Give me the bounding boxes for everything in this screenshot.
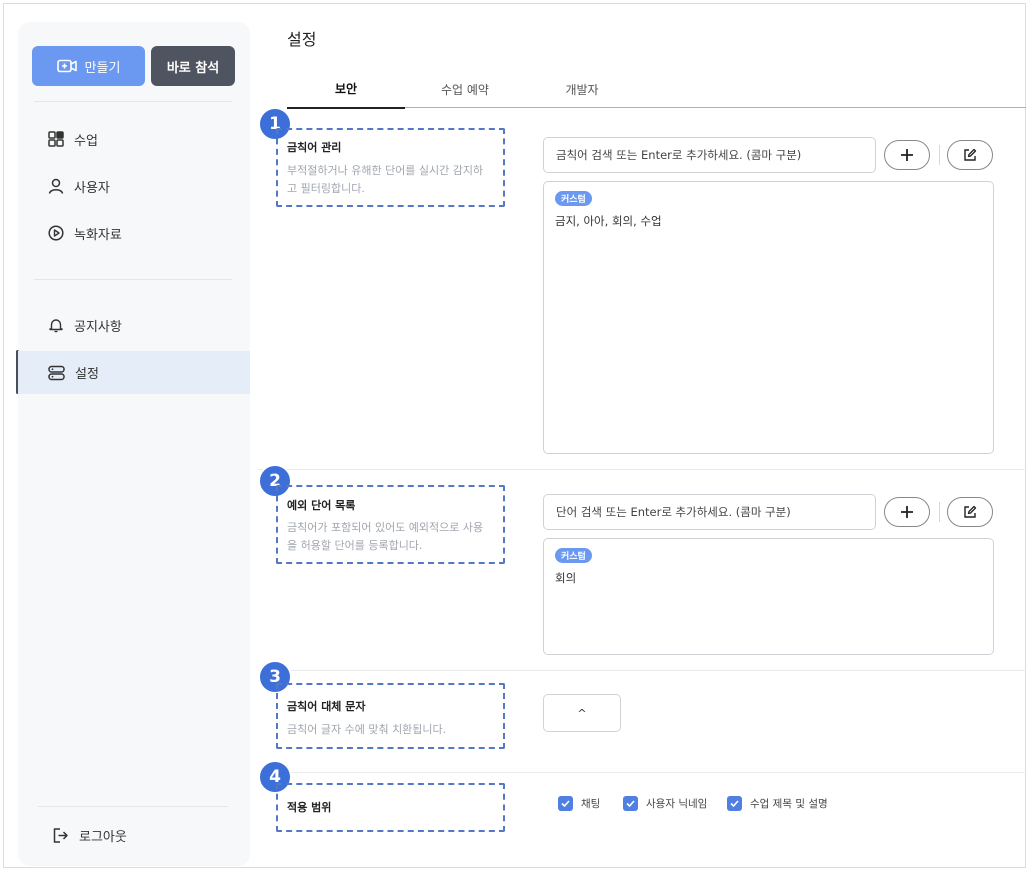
sidebar-item-label: 녹화자료 bbox=[74, 227, 122, 243]
sidebar-item-notices[interactable]: 공지사항 bbox=[18, 304, 250, 346]
sidebar: 만들기 바로 참석 수업 사용자 녹화자료 공지사항 설정 bbox=[16, 22, 250, 866]
sidebar-item-users[interactable]: 사용자 bbox=[18, 165, 250, 207]
section-highlight bbox=[276, 683, 505, 749]
attend-now-button[interactable]: 바로 참석 bbox=[151, 46, 235, 86]
sidebar-item-class[interactable]: 수업 bbox=[18, 118, 250, 160]
section-title: 적용 범위 bbox=[287, 801, 332, 814]
scope-checkbox-class-title[interactable]: 수업 제목 및 설명 bbox=[727, 796, 828, 811]
tab-security[interactable]: 보안 bbox=[287, 70, 405, 109]
checkbox-checked-icon bbox=[558, 796, 573, 811]
section-description: 금칙어 글자 수에 맞춰 치환됩니다. bbox=[287, 723, 447, 736]
custom-badge: 커스텀 bbox=[555, 548, 592, 563]
sidebar-item-label: 사용자 bbox=[74, 180, 110, 196]
section-divider bbox=[258, 772, 1026, 773]
replacement-char-input[interactable]: ^ bbox=[543, 694, 621, 732]
section-description: 부적절하거나 유해한 단어를 실시간 감지하 고 필터링합니다. bbox=[287, 164, 484, 195]
scope-checkbox-nickname[interactable]: 사용자 닉네임 bbox=[623, 796, 707, 811]
edit-icon bbox=[964, 148, 977, 161]
edit-forbidden-words-button[interactable] bbox=[947, 140, 993, 170]
create-button-label: 만들기 bbox=[84, 60, 121, 76]
bell-icon bbox=[49, 319, 63, 333]
user-icon bbox=[48, 178, 64, 194]
forbidden-word-search-input[interactable]: 금칙어 검색 또는 Enter로 추가하세요. (콤마 구분) bbox=[543, 137, 876, 173]
server-icon bbox=[48, 365, 65, 380]
sidebar-item-label: 설정 bbox=[75, 367, 99, 382]
sidebar-divider bbox=[38, 806, 228, 807]
section-divider bbox=[258, 469, 1026, 470]
exception-word-search-input[interactable]: 단어 검색 또는 Enter로 추가하세요. (콤마 구분) bbox=[543, 494, 876, 530]
sidebar-item-label: 공지사항 bbox=[74, 319, 122, 335]
scope-checkbox-chat[interactable]: 채팅 bbox=[558, 796, 600, 811]
logout-icon bbox=[53, 828, 68, 843]
create-button[interactable]: 만들기 bbox=[32, 46, 145, 86]
tab-class-reservation[interactable]: 수업 예약 bbox=[415, 70, 515, 108]
logout-button[interactable]: 로그아웃 bbox=[52, 826, 127, 845]
section-title: 예외 단어 목록 bbox=[287, 499, 356, 512]
plus-icon bbox=[901, 506, 913, 518]
forbidden-words-list[interactable]: 커스텀 금지, 아아, 회의, 수업 bbox=[543, 181, 994, 454]
checkbox-label: 채팅 bbox=[581, 798, 601, 810]
forbidden-words-text: 금지, 아아, 회의, 수업 bbox=[555, 214, 662, 228]
grid-icon bbox=[48, 131, 64, 147]
sidebar-divider bbox=[34, 279, 232, 280]
play-circle-icon bbox=[48, 225, 64, 241]
checkbox-label: 사용자 닉네임 bbox=[646, 798, 708, 810]
custom-badge: 커스텀 bbox=[555, 191, 592, 206]
sidebar-item-label: 수업 bbox=[74, 133, 98, 149]
tab-developer[interactable]: 개발자 bbox=[532, 70, 632, 108]
checkbox-label: 수업 제목 및 설명 bbox=[750, 798, 828, 810]
edit-icon bbox=[964, 505, 977, 518]
checkbox-checked-icon bbox=[727, 796, 742, 811]
section-divider bbox=[258, 670, 1026, 671]
logout-label: 로그아웃 bbox=[79, 830, 127, 845]
add-exception-word-button[interactable] bbox=[884, 497, 930, 527]
exception-words-text: 회의 bbox=[555, 571, 577, 585]
add-forbidden-word-button[interactable] bbox=[884, 140, 930, 170]
section-description: 금칙어가 포함되어 있어도 예외적으로 사용 을 허용할 단어를 등록합니다. bbox=[287, 521, 484, 552]
page-title: 설정 bbox=[287, 30, 317, 49]
section-title: 금칙어 대체 문자 bbox=[287, 700, 366, 713]
section-title: 금칙어 관리 bbox=[287, 141, 342, 154]
sidebar-item-settings[interactable]: 설정 bbox=[18, 351, 250, 394]
sidebar-divider bbox=[34, 101, 232, 102]
exception-words-list[interactable]: 커스텀 회의 bbox=[543, 538, 994, 655]
video-plus-icon bbox=[56, 59, 77, 73]
edit-exception-words-button[interactable] bbox=[947, 497, 993, 527]
tab-bar: 보안 수업 예약 개발자 bbox=[287, 70, 1026, 109]
button-separator bbox=[939, 502, 940, 522]
button-separator bbox=[939, 145, 940, 165]
plus-icon bbox=[901, 149, 913, 161]
checkbox-checked-icon bbox=[623, 796, 638, 811]
sidebar-item-recordings[interactable]: 녹화자료 bbox=[18, 212, 250, 254]
